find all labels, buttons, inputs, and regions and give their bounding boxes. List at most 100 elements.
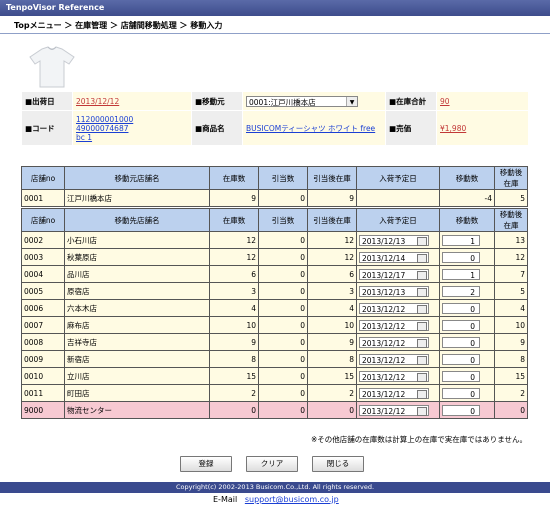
cell: 0	[258, 350, 308, 368]
calendar-icon[interactable]	[417, 253, 427, 263]
calendar-icon[interactable]	[417, 406, 427, 416]
arrival-date-input[interactable]: 2013/12/17	[359, 268, 429, 280]
move-quantity-input[interactable]: 0	[442, 404, 480, 416]
cell: 0	[258, 316, 308, 334]
cell: 0	[439, 384, 495, 402]
arrival-date-input[interactable]: 2013/12/12	[359, 353, 429, 365]
calendar-icon[interactable]	[417, 270, 427, 280]
cell: 7	[494, 265, 528, 283]
move-quantity-input[interactable]: 0	[442, 387, 480, 399]
calendar-icon[interactable]	[417, 304, 427, 314]
cell: 0	[258, 282, 308, 300]
from-store-select[interactable]: 0001:江戸川橋本店 ▼	[246, 95, 358, 107]
cell: 0	[439, 333, 495, 351]
move-quantity-input[interactable]: 0	[442, 319, 480, 331]
close-button[interactable]: 閉じる	[312, 456, 364, 472]
price-link[interactable]: ¥1,980	[440, 124, 466, 133]
arrival-date-input[interactable]: 2013/12/12	[359, 370, 429, 382]
cell: 2013/12/12	[356, 350, 440, 368]
calendar-icon[interactable]	[417, 355, 427, 365]
cell: 2013/12/12	[356, 401, 440, 419]
cell: 0	[258, 333, 308, 351]
cell: 1	[439, 265, 495, 283]
cell: 10	[494, 316, 528, 334]
cell: 2013/12/14	[356, 248, 440, 266]
arrival-date-input[interactable]: 2013/12/12	[359, 302, 429, 314]
cell: 秋葉原店	[64, 248, 210, 266]
arrival-date-input[interactable]: 2013/12/14	[359, 251, 429, 263]
calendar-icon[interactable]	[417, 389, 427, 399]
stock-note: ※その他店舗の在庫数は計算上の在庫で実在庫ではありません。	[310, 435, 527, 444]
move-quantity-input[interactable]: 2	[442, 285, 480, 297]
calendar-icon[interactable]	[417, 287, 427, 297]
arrival-date-input[interactable]: 2013/12/12	[359, 319, 429, 331]
cell: 0	[258, 367, 308, 385]
cell: 0	[258, 231, 308, 249]
arrival-date-value: 2013/12/12	[362, 355, 406, 365]
move-quantity-input[interactable]: 1	[442, 234, 480, 246]
col-header: 入荷予定日	[356, 166, 440, 190]
cell: 5	[494, 282, 528, 300]
calendar-icon[interactable]	[417, 236, 427, 246]
stock-total-link[interactable]: 90	[440, 97, 450, 106]
cell: 0003	[21, 248, 65, 266]
cell: 15	[209, 367, 259, 385]
product-name-link[interactable]: BUSICOMティーシャツ ホワイト free	[246, 124, 375, 133]
cell	[356, 189, 440, 207]
cell: 0006	[21, 299, 65, 317]
cell: 原宿店	[64, 282, 210, 300]
table-row: 0006 六本木店 4 0 4 2013/12/12 0 4	[21, 299, 528, 317]
register-button[interactable]: 登録	[180, 456, 232, 472]
cell: 新宿店	[64, 350, 210, 368]
arrival-date-input[interactable]: 2013/12/12	[359, 387, 429, 399]
code-line-3[interactable]: bc 1	[76, 133, 92, 142]
move-quantity-input[interactable]: 0	[442, 370, 480, 382]
cell: 1	[439, 231, 495, 249]
calendar-icon[interactable]	[417, 372, 427, 382]
cell: 0009	[21, 350, 65, 368]
breadcrumb: Topメニュー ＞ 在庫管理 ＞ 店舗間移動処理 ＞ 移動入力	[14, 21, 223, 30]
arrival-date-value: 2013/12/13	[362, 236, 406, 246]
col-header: 在庫数	[209, 166, 259, 190]
cell: 4	[307, 299, 357, 317]
arrival-date-value: 2013/12/14	[362, 253, 406, 263]
cell: 4	[209, 299, 259, 317]
table-row: 0008 吉祥寺店 9 0 9 2013/12/12 0 9	[21, 333, 528, 351]
arrival-date-value: 2013/12/12	[362, 372, 406, 382]
cell: 9000	[21, 401, 65, 419]
arrival-date-value: 2013/12/17	[362, 270, 406, 280]
cell: 0	[258, 248, 308, 266]
cell: 0	[209, 401, 259, 419]
cell: 0	[258, 299, 308, 317]
calendar-icon[interactable]	[417, 338, 427, 348]
arrival-date-input[interactable]: 2013/12/13	[359, 234, 429, 246]
arrival-date-input[interactable]: 2013/12/12	[359, 336, 429, 348]
move-quantity-input[interactable]: 0	[442, 251, 480, 263]
dest-store-table: 店舗no 移動先店舗名 在庫数 引当数 引当後在庫 入荷予定日 移動数 移動後在…	[21, 208, 528, 419]
ship-date-link[interactable]: 2013/12/12	[76, 97, 119, 106]
code-line-1[interactable]: 112000001000	[76, 115, 133, 124]
cell: 江戸川橋本店	[64, 189, 210, 207]
cell: 0	[258, 384, 308, 402]
cell: 2	[209, 384, 259, 402]
move-quantity-input[interactable]: 0	[442, 302, 480, 314]
cell: 0001	[21, 189, 65, 207]
move-quantity-input[interactable]: 0	[442, 336, 480, 348]
code-line-2[interactable]: 49000074687	[76, 124, 129, 133]
cell: 0004	[21, 265, 65, 283]
table-row: 0007 麻布店 10 0 10 2013/12/12 0 10	[21, 316, 528, 334]
cell: 15	[307, 367, 357, 385]
support-email-link[interactable]: support@busicom.co.jp	[245, 495, 339, 504]
cell: 0	[439, 248, 495, 266]
move-quantity-input[interactable]: 0	[442, 353, 480, 365]
col-header: 店舗no	[21, 208, 65, 232]
cell: 品川店	[64, 265, 210, 283]
move-quantity-input[interactable]: 1	[442, 268, 480, 280]
arrival-date-input[interactable]: 2013/12/12	[359, 404, 429, 416]
table-row: 0010 立川店 15 0 15 2013/12/12 0 15	[21, 367, 528, 385]
arrival-date-input[interactable]: 2013/12/13	[359, 285, 429, 297]
calendar-icon[interactable]	[417, 321, 427, 331]
clear-button[interactable]: クリア	[246, 456, 298, 472]
cell: 0011	[21, 384, 65, 402]
cell: 12	[494, 248, 528, 266]
